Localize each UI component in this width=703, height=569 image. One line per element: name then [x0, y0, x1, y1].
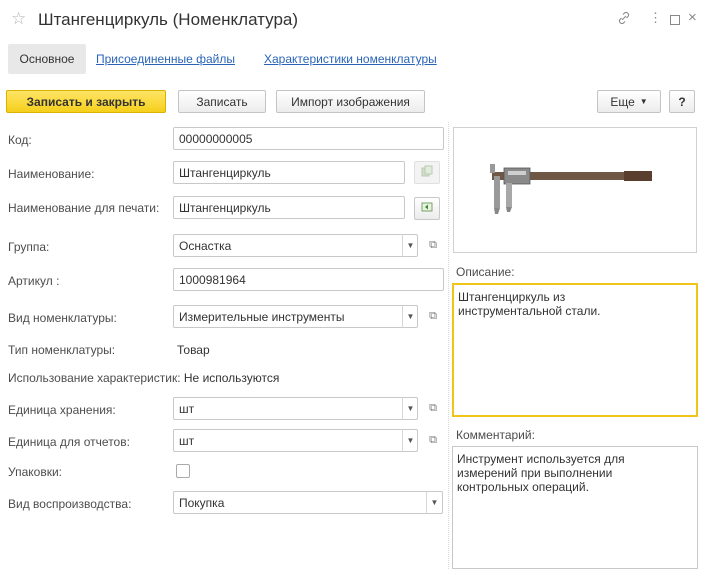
import-image-label: Импорт изображения	[291, 94, 410, 109]
report-unit-open-icon[interactable]: ⧉	[424, 429, 442, 452]
storage-unit-open-icon[interactable]: ⧉	[424, 397, 442, 420]
nomenclature-type-value: Товар	[177, 343, 210, 357]
nomenclature-kind-label: Вид номенклатуры:	[8, 311, 117, 325]
reproduction-field[interactable]: Покупка	[173, 491, 443, 514]
save-button[interactable]: Записать	[178, 90, 266, 113]
group-value: Оснастка	[179, 238, 232, 253]
description-label: Описание:	[456, 265, 515, 279]
nomenclature-type-label: Тип номенклатуры:	[8, 343, 116, 357]
more-label: Еще	[610, 94, 635, 109]
reproduction-label: Вид воспроизводства:	[8, 497, 132, 511]
page-title: Штангенциркуль (Номенклатура)	[38, 10, 299, 29]
code-field[interactable]: 00000000005	[173, 127, 444, 150]
print-name-value: Штангенциркуль	[179, 200, 271, 215]
nomenclature-kind-dropdown-chevron-icon[interactable]: ▼	[402, 305, 418, 328]
maximize-icon[interactable]	[670, 13, 680, 28]
save-label: Записать	[196, 94, 248, 109]
nomenclature-kind-value: Измерительные инструменты	[179, 309, 345, 324]
reproduction-dropdown-chevron-icon[interactable]: ▼	[426, 491, 442, 514]
report-unit-label: Единица для отчетов:	[8, 435, 130, 449]
link-icon[interactable]	[617, 11, 631, 28]
nomenclature-kind-field[interactable]: Измерительные инструменты	[173, 305, 418, 328]
group-label: Группа:	[8, 240, 50, 254]
group-field[interactable]: Оснастка	[173, 234, 418, 257]
group-dropdown-chevron-icon[interactable]: ▼	[402, 234, 418, 257]
reproduction-value: Покупка	[179, 495, 225, 510]
import-image-button[interactable]: Импорт изображения	[276, 90, 425, 113]
storage-unit-dropdown-chevron-icon[interactable]: ▼	[402, 397, 418, 420]
characteristics-usage-label-text: Использование характеристик:	[8, 371, 181, 385]
comment-textarea[interactable]: Инструмент используется для измерений пр…	[452, 446, 698, 569]
nomenclature-kind-open-icon[interactable]: ⧉	[424, 305, 442, 328]
article-label: Артикул :	[8, 274, 60, 288]
chevron-down-icon: ▼	[639, 97, 648, 106]
panel-divider	[448, 122, 449, 569]
save-and-close-button[interactable]: Записать и закрыть	[6, 90, 166, 113]
help-label: ?	[678, 94, 686, 109]
save-and-close-label: Записать и закрыть	[26, 94, 146, 109]
storage-unit-field[interactable]: шт	[173, 397, 418, 420]
print-name-label: Наименование для печати:	[8, 201, 160, 215]
tab-main-label: Основное	[19, 52, 75, 66]
more-icon[interactable]: ⋮	[649, 10, 662, 26]
more-button[interactable]: Еще ▼	[597, 90, 661, 113]
copy-name-button[interactable]	[414, 161, 440, 184]
product-image[interactable]	[453, 127, 697, 253]
help-button[interactable]: ?	[669, 90, 695, 113]
print-name-field[interactable]: Штангенциркуль	[173, 196, 405, 219]
fill-icon	[421, 201, 433, 216]
star-icon[interactable]: ☆	[11, 9, 26, 29]
copy-icon	[421, 165, 433, 180]
close-icon[interactable]: ×	[688, 9, 697, 26]
tab-attached-files[interactable]: Присоединенные файлы	[96, 52, 235, 66]
description-textarea[interactable]: Штангенциркуль из инструментальной стали…	[452, 283, 698, 417]
code-label: Код:	[8, 133, 32, 147]
report-unit-dropdown-chevron-icon[interactable]: ▼	[402, 429, 418, 452]
article-field[interactable]: 1000981964	[173, 268, 444, 291]
characteristics-usage-value: Не используются	[183, 371, 280, 385]
name-value: Штангенциркуль	[179, 165, 271, 180]
fill-print-name-button[interactable]	[414, 197, 440, 220]
packages-label: Упаковки:	[8, 465, 62, 479]
caliper-icon	[490, 164, 652, 214]
packages-checkbox[interactable]	[176, 464, 190, 478]
name-field[interactable]: Штангенциркуль	[173, 161, 405, 184]
storage-unit-value: шт	[179, 401, 195, 416]
article-value: 1000981964	[179, 272, 246, 287]
storage-unit-label: Единица хранения:	[8, 403, 116, 417]
report-unit-field[interactable]: шт	[173, 429, 418, 452]
tab-main[interactable]: Основное	[8, 44, 86, 74]
tab-characteristics[interactable]: Характеристики номенклатуры	[264, 52, 437, 66]
report-unit-value: шт	[179, 433, 195, 448]
code-value: 00000000005	[179, 131, 253, 146]
characteristics-usage-label: Использование характеристик: Не использу…	[8, 371, 279, 385]
comment-label: Комментарий:	[456, 428, 535, 442]
group-open-icon[interactable]: ⧉	[424, 234, 442, 257]
name-label: Наименование:	[8, 167, 95, 181]
